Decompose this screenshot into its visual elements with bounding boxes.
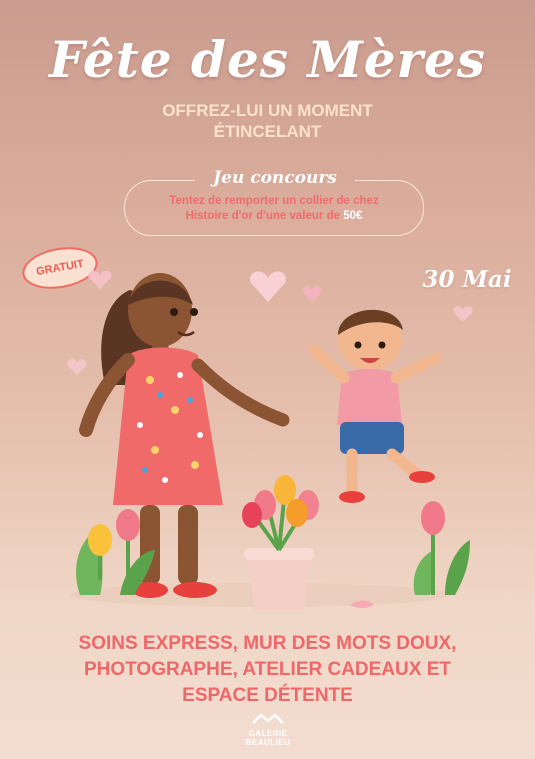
galerie-beaulieu-logo: GALERIE BEAULIEU: [238, 710, 298, 750]
poster-subtitle: OFFREZ-LUI UN MOMENT ÉTINCELANT: [0, 100, 535, 142]
contest-box: Jeu concours Tentez de remporter un coll…: [124, 168, 424, 236]
heart-icon: [250, 271, 286, 302]
poster: Fête des Mères OFFREZ-LUI UN MOMENT ÉTIN…: [0, 0, 535, 759]
contest-line-2: Histoire d'or d'une valeur de 50€: [125, 209, 423, 224]
heart-icon: [67, 359, 87, 375]
subtitle-line-1: OFFREZ-LUI UN MOMENT: [162, 101, 373, 120]
poster-title: Fête des Mères: [49, 30, 486, 89]
logo-line-2: BEAULIEU: [245, 738, 291, 747]
contest-title: Jeu concours: [195, 168, 355, 188]
activities-line-3: ESPACE DÉTENTE: [182, 685, 353, 706]
tulip-right: [413, 501, 470, 595]
activities-line-1: SOINS EXPRESS, MUR DES MOTS DOUX,: [78, 633, 457, 654]
heart-icon: [88, 270, 112, 289]
activities-list: SOINS EXPRESS, MUR DES MOTS DOUX, PHOTOG…: [0, 631, 535, 709]
contest-line-2-text: Histoire d'or d'une valeur de: [185, 210, 344, 222]
activities-line-2: PHOTOGRAPHE, ATELIER CADEAUX ET: [83, 659, 451, 680]
heart-icon: [453, 306, 473, 322]
contest-text: Tentez de remporter un collier de chez H…: [125, 194, 423, 224]
logo-line-1: GALERIE: [248, 729, 288, 738]
heart-icon: [302, 286, 322, 302]
contest-price: 50€: [343, 210, 363, 222]
subtitle-line-2: ÉTINCELANT: [213, 122, 322, 141]
contest-line-1: Tentez de remporter un collier de chez: [169, 195, 379, 207]
child-figure: [308, 309, 442, 503]
mountain-roof-icon: [252, 713, 284, 724]
family-illustration: [67, 270, 473, 610]
